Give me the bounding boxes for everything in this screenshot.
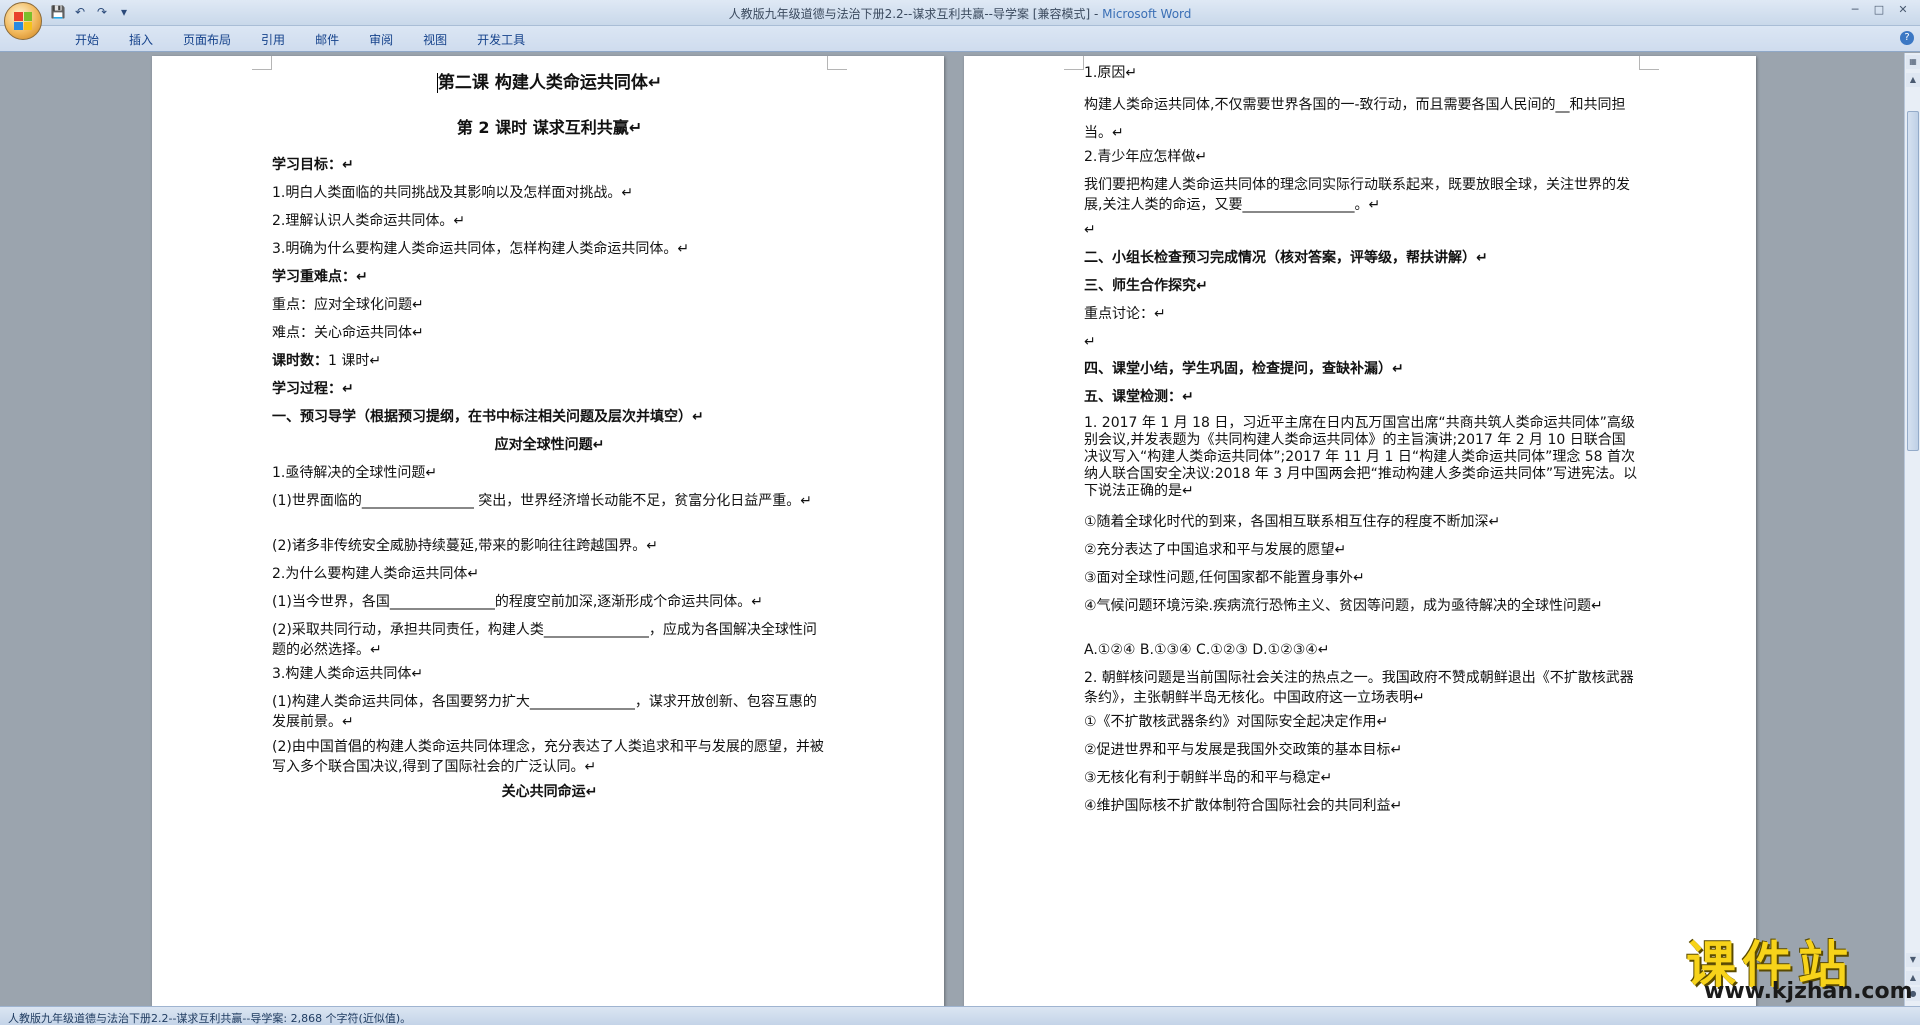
tab-review[interactable]: 审阅	[354, 30, 408, 49]
section-heading: 四、课堂小结，学生巩固，检查提问，查缺补漏）↵	[1084, 361, 1404, 377]
paragraph: 2.为什么要构建人类命运共同体↵	[272, 566, 480, 582]
scrollbar-thumb[interactable]	[1907, 111, 1919, 451]
tab-home[interactable]: 开始	[60, 30, 114, 49]
office-button[interactable]	[4, 2, 42, 40]
paragraph: ↵	[1084, 334, 1096, 350]
paragraph: (2)由中国首倡的构建人类命运共同体理念，充分表达了人类追求和平与发展的愿望，并…	[272, 739, 824, 775]
close-icon[interactable]: ✕	[1892, 2, 1914, 18]
crop-mark	[252, 56, 272, 70]
minimize-icon[interactable]: ─	[1844, 2, 1866, 18]
option-line: ②充分表达了中国追求和平与发展的愿望↵	[1084, 542, 1347, 558]
option-line: ①《不扩散核武器条约》对国际安全起决定作用↵	[1084, 714, 1389, 730]
title-bar: 💾 ↶ ↷ ▾ 人教版九年级道德与法治下册2.2--谋求互利共赢--导学案 [兼…	[0, 0, 1920, 26]
tab-view[interactable]: 视图	[408, 30, 462, 49]
tab-mailings[interactable]: 邮件	[300, 30, 354, 49]
document-page-right[interactable]: 1.原因↵ 构建人类命运共同体,不仅需要世界各国的一-致行动，而且需要各国人民间…	[964, 56, 1756, 1006]
document-area[interactable]: 第二课 构建人类命运共同体↵ 第 2 课时 谋求互利共赢↵ 学习目标：↵ 1.明…	[0, 53, 1904, 1006]
option-line: ③无核化有利于朝鲜半岛的和平与稳定↵	[1084, 770, 1333, 786]
ribbon: 开始 插入 页面布局 引用 邮件 审阅 视图 开发工具 ?	[0, 26, 1920, 52]
office-logo-icon	[14, 12, 32, 30]
paragraph: 课时数：1 课时↵	[272, 353, 382, 369]
watermark-url: www.kjzhan.com	[1704, 979, 1913, 1004]
ruler-toggle-icon[interactable]: ▦	[1906, 55, 1920, 69]
tab-page-layout[interactable]: 页面布局	[168, 30, 246, 49]
question-2: 2. 朝鲜核问题是当前国际社会关注的热点之一。我国政府不赞成朝鲜退出《不扩散核武…	[1084, 670, 1634, 706]
window-controls: ─ □ ✕	[1844, 2, 1914, 18]
crop-mark	[1064, 56, 1084, 70]
section-heading: 学习重难点：↵	[272, 269, 368, 285]
window-title: 人教版九年级道德与法治下册2.2--谋求互利共赢--导学案 [兼容模式] - M…	[0, 5, 1920, 22]
paragraph: ↵	[1084, 222, 1096, 238]
paragraph: 我们要把构建人类命运共同体的理念同实际行动联系起来，既要放眼全球，关注世界的发展…	[1084, 177, 1630, 213]
scroll-down-icon[interactable]: ▼	[1906, 953, 1920, 967]
option-line: ③面对全球性问题,任何国家都不能置身事外↵	[1084, 570, 1365, 586]
help-icon[interactable]: ?	[1900, 31, 1914, 45]
maximize-icon[interactable]: □	[1868, 2, 1890, 18]
site-watermark: 课件站 www.kjzhan.com	[1676, 925, 1913, 1005]
question-1: 1. 2017 年 1 月 18 日，习近平主席在日内瓦万国宫出席“共商共筑人类…	[1084, 415, 1638, 499]
paragraph: (2)诸多非传统安全威胁持续蔓延,带来的影响往往跨越国界。↵	[272, 538, 659, 554]
paragraph: 重点讨论：↵	[1084, 306, 1166, 322]
paragraph: 2.理解认识人类命运共同体。↵	[272, 213, 466, 229]
paragraph: (1)世界面临的________________ 突出，世界经济增长动能不足，贫…	[272, 493, 813, 509]
app-name: Microsoft Word	[1102, 7, 1192, 21]
status-bar: 人教版九年级道德与法治下册2.2--谋求互利共赢--导学案: 2,868 个字符…	[0, 1006, 1920, 1025]
paragraph: (2)采取共同行动，承担共同责任，构建人类_______________，应成为…	[272, 622, 817, 658]
lesson-subtitle: 第 2 课时 谋求互利共赢↵	[456, 118, 643, 137]
paragraph: 重点：应对全球化问题↵	[272, 297, 424, 313]
tab-references[interactable]: 引用	[246, 30, 300, 49]
paragraph: (1)当今世界，各国_______________的程度空前加深,逐渐形成个命运…	[272, 594, 764, 610]
vertical-scrollbar[interactable]: ▦ ▲ ▼ ▲ ●	[1904, 53, 1920, 1006]
lesson-title: 第二课 构建人类命运共同体↵	[436, 73, 663, 93]
status-text: 人教版九年级道德与法治下册2.2--谋求互利共赢--导学案: 2,868 个字符…	[8, 1012, 412, 1025]
paragraph: 1.原因↵	[1084, 65, 1138, 81]
paragraph: 构建人类命运共同体,不仅需要世界各国的一-致行动，而且需要各国人民间的__和共同…	[1084, 97, 1626, 141]
option-line: ①随着全球化时代的到来，各国相互联系相互住存的程度不断加深↵	[1084, 514, 1501, 530]
ribbon-tabs: 开始 插入 页面布局 引用 邮件 审阅 视图 开发工具	[60, 30, 540, 49]
tab-insert[interactable]: 插入	[114, 30, 168, 49]
section-heading: 应对全球性问题↵	[494, 437, 605, 453]
crop-mark	[827, 56, 847, 70]
section-heading: 一、预习导学（根据预习提纲，在书中标注相关问题及层次并填空）↵	[272, 409, 704, 425]
paragraph: 3.构建人类命运共同体↵	[272, 666, 424, 682]
paragraph: (1)构建人类命运共同体，各国要努力扩大_______________，谋求开放…	[272, 694, 817, 730]
paragraph: 难点：关心命运共同体↵	[272, 325, 424, 341]
section-heading: 三、师生合作探究↵	[1084, 278, 1208, 294]
option-line: ②促进世界和平与发展是我国外交政策的基本目标↵	[1084, 742, 1403, 758]
section-heading: 二、小组长检查预习完成情况（核对答案，评等级，帮扶讲解）↵	[1084, 250, 1488, 266]
option-line: ④气候问题环境污染.疾病流行恐怖主义、贫因等问题，成为亟待解决的全球性问题↵	[1084, 598, 1603, 614]
paragraph: 1.亟待解决的全球性问题↵	[272, 465, 438, 481]
crop-mark	[1639, 56, 1659, 70]
label: 课时数：	[272, 353, 328, 369]
document-title: 人教版九年级道德与法治下册2.2--谋求互利共赢--导学案 [兼容模式] -	[728, 7, 1103, 21]
section-heading: 学习过程：↵	[272, 381, 354, 397]
tab-developer[interactable]: 开发工具	[462, 30, 540, 49]
paragraph: 2.青少年应怎样做↵	[1084, 149, 1208, 165]
option-line: ④维护国际核不扩散体制符合国际社会的共同利益↵	[1084, 798, 1403, 814]
scroll-up-icon[interactable]: ▲	[1906, 73, 1920, 87]
paragraph: 3.明确为什么要构建人类命运共同体，怎样构建人类命运共同体。↵	[272, 241, 690, 257]
paragraph: 1.明白人类面临的共同挑战及其影响以及怎样面对挑战。↵	[272, 185, 634, 201]
answer-choices: A.①②④ B.①③④ C.①②③ D.①②③④↵	[1084, 642, 1330, 658]
document-page-left[interactable]: 第二课 构建人类命运共同体↵ 第 2 课时 谋求互利共赢↵ 学习目标：↵ 1.明…	[152, 56, 944, 1006]
section-heading: 学习目标：↵	[272, 157, 354, 173]
section-heading: 关心共同命运↵	[501, 784, 598, 800]
section-heading: 五、课堂检测：↵	[1084, 389, 1194, 405]
